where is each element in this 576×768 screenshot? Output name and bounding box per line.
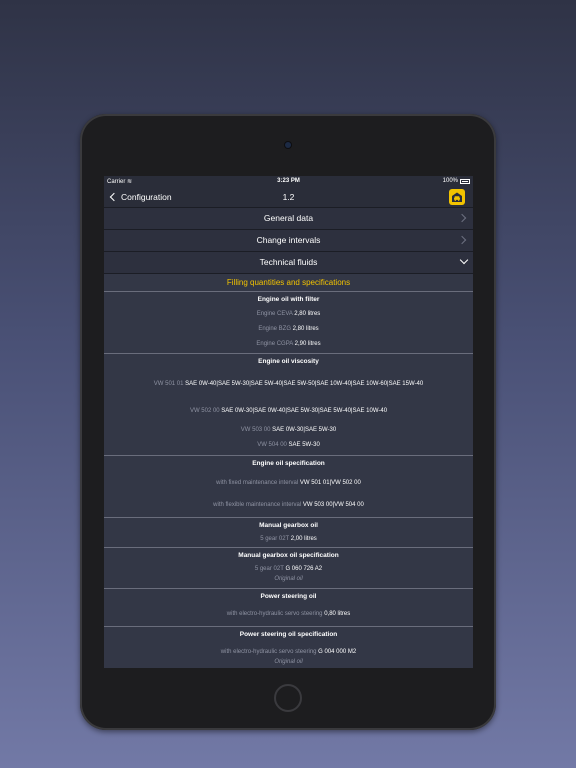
- spec-value: SAE 5W-30: [288, 442, 320, 448]
- fluid-block-gearbox-oil: Manual gearbox oil 5 gear 02T 2,00 litre…: [104, 518, 473, 548]
- spec-line: 5 gear 02T G 060 726 A2: [104, 566, 473, 572]
- menu-label: Change intervals: [256, 235, 321, 245]
- status-time: 3:23 PM: [277, 178, 300, 184]
- spec-line: with electro-hydraulic servo steering G …: [104, 649, 473, 655]
- block-title: Manual gearbox oil specification: [238, 552, 339, 559]
- menu-label: General data: [263, 213, 314, 223]
- spec-key: Engine CEVA: [256, 311, 293, 317]
- spec-key: with electro-hydraulic servo steering: [220, 649, 317, 655]
- fluid-block-oil-spec: Engine oil specification with fixed main…: [104, 456, 473, 518]
- spec-value: SAE 0W-40|SAE 5W-30|SAE 5W-40|SAE 5W-50|…: [185, 381, 424, 387]
- spec-value: 2,80 litres: [294, 311, 321, 317]
- tablet-frame: Carrier ≋ 3:23 PM 100% Configuration 1.2: [80, 114, 496, 730]
- spec-key: 5 gear 02T: [260, 536, 290, 542]
- front-camera: [285, 142, 291, 148]
- fluid-block-gearbox-spec: Manual gearbox oil specification 5 gear …: [104, 548, 473, 589]
- spec-value: 0,80 litres: [324, 611, 351, 617]
- block-title: Manual gearbox oil: [259, 522, 318, 529]
- spec-line: 5 gear 02T 2,00 litres: [104, 536, 473, 542]
- spec-line: VW 502 00 SAE 0W-30|SAE 0W-40|SAE 5W-30|…: [104, 408, 473, 414]
- spec-line: with electro-hydraulic servo steering 0,…: [104, 611, 473, 617]
- spec-line: VW 504 00 SAE 5W-30: [104, 442, 473, 448]
- battery-indicator: 100%: [443, 178, 470, 184]
- spec-key: VW 504 00: [257, 442, 287, 448]
- spec-line: with fixed maintenance interval VW 501 0…: [104, 480, 473, 486]
- chevron-right-icon: [457, 213, 467, 223]
- spec-note: Original oil: [274, 659, 303, 665]
- spec-value: G 004 000 M2: [318, 649, 357, 655]
- spec-value: 2,80 litres: [292, 326, 319, 332]
- fluid-block-oil-viscosity: Engine oil viscosity VW 501 01 SAE 0W-40…: [104, 354, 473, 456]
- spec-key: with flexible maintenance interval: [213, 502, 302, 508]
- block-title: Power steering oil: [260, 593, 317, 600]
- spec-line: with flexible maintenance interval VW 50…: [104, 502, 473, 508]
- spec-value: SAE 0W-30|SAE 5W-30: [272, 427, 337, 433]
- spec-value: 2,90 litres: [294, 341, 321, 347]
- block-title: Engine oil viscosity: [258, 358, 319, 365]
- spec-key: with fixed maintenance interval: [216, 480, 299, 486]
- block-title: Power steering oil specification: [239, 631, 338, 638]
- spec-key: 5 gear 02T: [254, 566, 284, 572]
- app-screen: Carrier ≋ 3:23 PM 100% Configuration 1.2: [104, 176, 473, 668]
- battery-percent: 100%: [442, 178, 458, 184]
- block-title: Engine oil with filter: [257, 296, 320, 303]
- fluid-block-steering-spec: Power steering oil specification with el…: [104, 627, 473, 668]
- spec-key: VW 501 01: [153, 381, 184, 387]
- spec-line: VW 503 00 SAE 0W-30|SAE 5W-30: [104, 427, 473, 433]
- spec-value: VW 503 00|VW 504 00: [302, 502, 364, 508]
- menu-general-data[interactable]: General data: [104, 208, 473, 230]
- spec-key: VW 503 00: [240, 427, 271, 433]
- home-button[interactable]: [274, 684, 302, 712]
- spec-key: with electro-hydraulic servo steering: [226, 611, 323, 617]
- chevron-down-icon: [459, 255, 469, 265]
- menu-label: Technical fluids: [259, 257, 318, 267]
- spec-key: Engine CGPA: [256, 341, 293, 347]
- fluid-block-engine-oil: Engine oil with filter Engine CEVA 2,80 …: [104, 292, 473, 354]
- block-title: Engine oil specification: [252, 460, 325, 467]
- spec-note: Original oil: [274, 576, 303, 582]
- spec-value: 2,00 litres: [290, 536, 317, 542]
- fluid-block-steering-oil: Power steering oil with electro-hydrauli…: [104, 589, 473, 627]
- garage-button[interactable]: [449, 189, 465, 205]
- spec-value: G 060 726 A2: [285, 566, 323, 572]
- spec-line: Engine CGPA 2,90 litres: [104, 341, 473, 347]
- spec-key: Engine BZG: [258, 326, 291, 332]
- spec-value: VW 501 01|VW 502 00: [299, 480, 361, 486]
- menu-technical-fluids[interactable]: Technical fluids: [104, 252, 473, 274]
- battery-icon: [460, 178, 470, 184]
- chevron-right-icon: [457, 235, 467, 245]
- spec-line: Engine BZG 2,80 litres: [104, 326, 473, 332]
- spec-key: VW 502 00: [189, 408, 220, 414]
- section-heading: Filling quantities and specifications: [104, 274, 473, 292]
- menu-change-intervals[interactable]: Change intervals: [104, 230, 473, 252]
- spec-line: VW 501 01 SAE 0W-40|SAE 5W-30|SAE 5W-40|…: [104, 381, 473, 387]
- spec-line: Engine CEVA 2,80 litres: [104, 311, 473, 317]
- garage-car-icon: [452, 192, 462, 202]
- navigation-bar: Configuration 1.2: [104, 187, 473, 208]
- page-title: 1.2: [282, 192, 295, 202]
- status-bar: Carrier ≋ 3:23 PM 100%: [104, 176, 473, 187]
- spec-value: SAE 0W-30|SAE 0W-40|SAE 5W-30|SAE 5W-40|…: [221, 408, 388, 414]
